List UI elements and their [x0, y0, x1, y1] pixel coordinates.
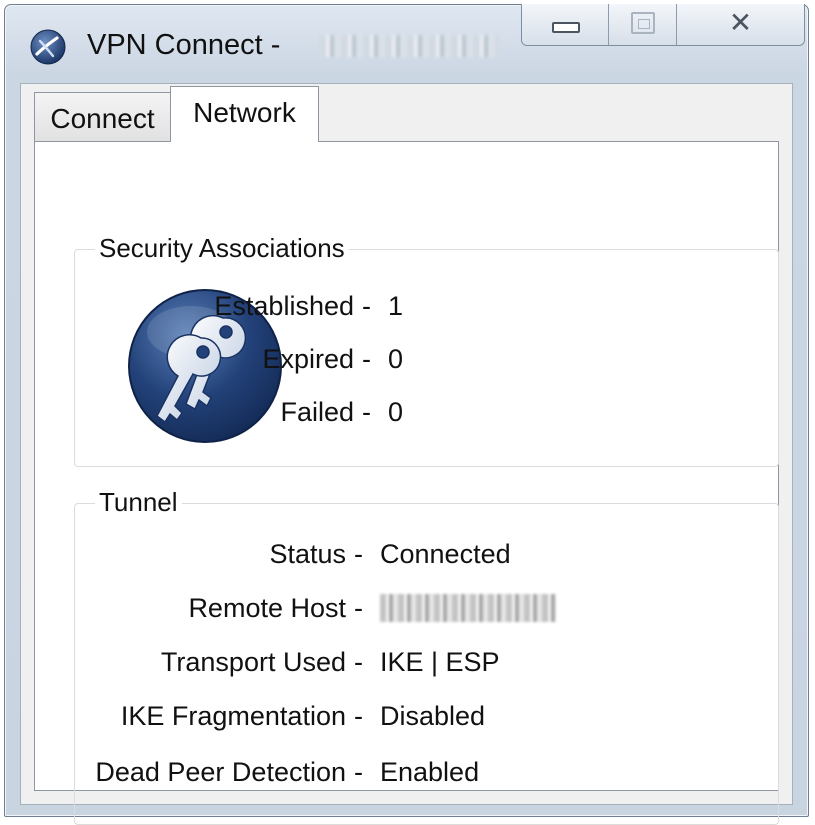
network-tab-panel: Security Associations Established - 1 Ex… — [34, 141, 779, 825]
maximize-icon — [631, 12, 656, 34]
sa-separator: - — [362, 291, 371, 321]
sa-value-failed: 0 — [388, 397, 404, 427]
tunnel-group: Tunnel Status - Connected Remote Host - … — [74, 484, 779, 825]
sa-separator: - — [362, 397, 371, 427]
tunnel-value-remote-host — [380, 590, 556, 631]
tunnel-label-status: Status — [269, 539, 346, 569]
close-button[interactable]: ✕ — [676, 4, 804, 45]
sa-value-established: 1 — [388, 291, 404, 321]
vpn-connect-window: VPN Connect - ✕ Connect Network Security… — [4, 4, 809, 825]
tunnel-label-transport: Transport Used — [160, 647, 346, 677]
vpn-globe-icon — [30, 29, 66, 65]
tunnel-value-ike-fragmentation: Disabled — [380, 701, 486, 731]
tunnel-label-dead-peer-detection: Dead Peer Detection — [95, 757, 346, 787]
security-associations-title: Security Associations — [95, 230, 349, 266]
tunnel-value-transport: IKE | ESP — [380, 647, 500, 677]
window-client-area: Connect Network Security Associations Es… — [20, 83, 793, 825]
sa-label-failed: Failed — [280, 397, 354, 427]
sa-value-expired: 0 — [388, 344, 404, 374]
tunnel-separator: - — [354, 701, 363, 731]
tunnel-separator: - — [354, 647, 363, 677]
tab-connect[interactable]: Connect — [34, 92, 171, 142]
title-bar[interactable]: VPN Connect - ✕ — [5, 4, 808, 83]
tunnel-value-dead-peer-detection: Enabled — [380, 757, 480, 787]
caption-buttons: ✕ — [521, 4, 805, 46]
tunnel-value-status: Connected — [380, 539, 511, 569]
tunnel-title: Tunnel — [95, 484, 182, 520]
sa-label-established: Established — [214, 291, 354, 321]
tunnel-separator: - — [354, 539, 363, 569]
redacted-title-suffix — [319, 35, 499, 57]
minimize-button[interactable] — [522, 4, 610, 45]
minimize-icon — [552, 22, 580, 33]
redacted-remote-host — [380, 594, 556, 622]
maximize-button[interactable] — [609, 4, 677, 45]
security-associations-group: Security Associations Established - 1 Ex… — [74, 230, 779, 467]
sa-separator: - — [362, 344, 371, 374]
tunnel-separator: - — [354, 757, 363, 787]
tunnel-separator: - — [354, 593, 363, 623]
tunnel-label-ike-fragmentation: IKE Fragmentation — [120, 701, 346, 731]
tunnel-label-remote-host: Remote Host — [188, 593, 346, 623]
close-icon: ✕ — [728, 6, 753, 39]
sa-label-expired: Expired — [262, 344, 354, 374]
tab-network[interactable]: Network — [170, 86, 319, 142]
window-title: VPN Connect - — [87, 29, 281, 61]
